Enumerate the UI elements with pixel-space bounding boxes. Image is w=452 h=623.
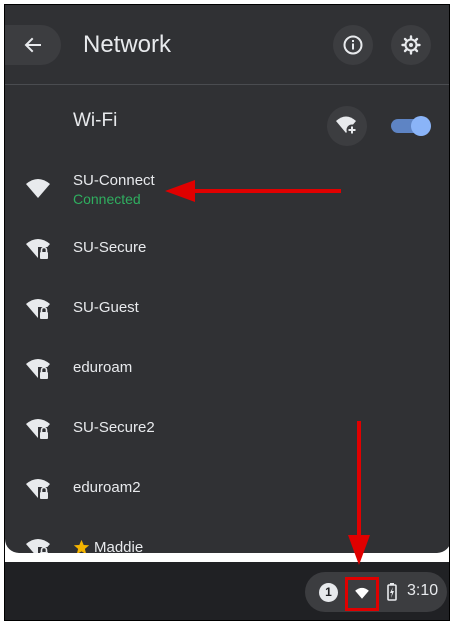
screenshot-frame: Network Wi-Fi SU-Connect Connected SU-Se… (4, 4, 450, 621)
arrow-to-wifi-tray-annotation (348, 421, 370, 565)
annotation-overlay (165, 180, 370, 565)
arrow-to-connected-annotation (165, 180, 341, 202)
